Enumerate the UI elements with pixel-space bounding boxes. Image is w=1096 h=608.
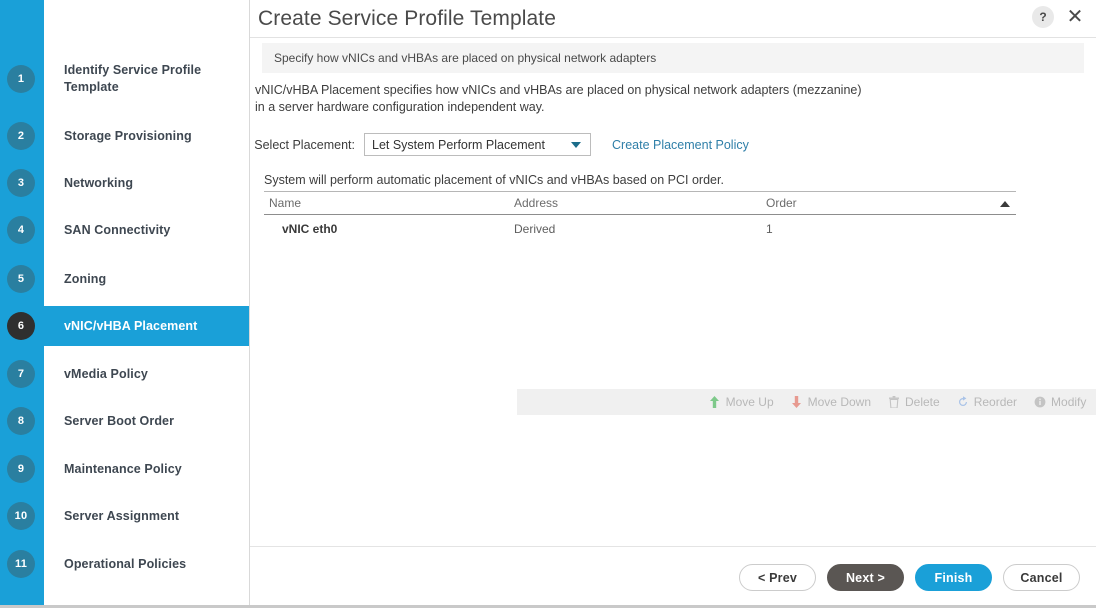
column-header-name[interactable]: Name bbox=[264, 196, 514, 210]
description-line-2: in a server hardware configuration indep… bbox=[255, 100, 545, 114]
description-line-1: vNIC/vHBA Placement specifies how vNICs … bbox=[255, 83, 862, 97]
prev-button[interactable]: < Prev bbox=[739, 564, 816, 591]
step-number-badge: 10 bbox=[7, 502, 35, 530]
sidebar-item-zoning[interactable]: 5 Zoning bbox=[0, 259, 249, 299]
step-number-badge: 2 bbox=[7, 122, 35, 150]
sidebar-item-operational-policies[interactable]: 11 Operational Policies bbox=[0, 544, 249, 584]
sidebar-item-label: Identify Service Profile Template bbox=[64, 63, 202, 94]
cell-order: 1 bbox=[766, 221, 773, 236]
sidebar-item-label: vMedia Policy bbox=[64, 366, 148, 381]
select-placement-label: Select Placement: bbox=[254, 137, 355, 152]
close-icon[interactable]: ✕ bbox=[1064, 6, 1086, 28]
step-number-badge: 9 bbox=[7, 455, 35, 483]
info-circle-icon bbox=[1034, 396, 1046, 409]
sidebar-item-label: Maintenance Policy bbox=[64, 461, 182, 476]
toolbar-button-label: Modify bbox=[1051, 395, 1087, 409]
create-service-profile-template-dialog: 1 Identify Service Profile Template 2 Stora… bbox=[0, 0, 1096, 608]
move-down-button[interactable]: Move Down bbox=[791, 395, 871, 409]
wizard-sidebar: 1 Identify Service Profile Template 2 Stora… bbox=[0, 0, 250, 608]
sidebar-item-san-connectivity[interactable]: 4 SAN Connectivity bbox=[0, 210, 249, 250]
toolbar-button-label: Delete bbox=[905, 395, 940, 409]
table-action-toolbar: Move Up Move Down Delete Reorder Modify bbox=[517, 389, 1096, 415]
table-header-row: Name Address Order bbox=[264, 192, 1016, 215]
vnic-placement-table: Name Address Order vNIC eth0 Derived 1 bbox=[264, 192, 1016, 242]
wizard-step-list: 1 Identify Service Profile Template 2 Stora… bbox=[0, 0, 249, 608]
step-number-badge: 6 bbox=[7, 312, 35, 340]
titlebar-actions: ? ✕ bbox=[1032, 6, 1086, 28]
refresh-icon bbox=[957, 396, 969, 409]
sidebar-item-label: SAN Connectivity bbox=[64, 222, 171, 237]
next-button[interactable]: Next > bbox=[827, 564, 904, 591]
select-placement-row: Select Placement: Let System Perform Pla… bbox=[250, 133, 1096, 156]
sidebar-item-server-assignment[interactable]: 10 Server Assignment bbox=[0, 496, 249, 536]
chevron-down-icon bbox=[571, 141, 581, 148]
sidebar-item-vmedia-policy[interactable]: 7 vMedia Policy bbox=[0, 354, 249, 394]
sidebar-item-label: Zoning bbox=[64, 271, 107, 286]
sidebar-item-label: vNIC/vHBA Placement bbox=[64, 318, 198, 333]
step-number-badge: 8 bbox=[7, 407, 35, 435]
column-header-order[interactable]: Order bbox=[766, 196, 966, 210]
dialog-subheader: Specify how vNICs and vHBAs are placed o… bbox=[262, 43, 1084, 73]
placement-hint-text: System will perform automatic placement … bbox=[264, 173, 1016, 192]
table-row[interactable]: vNIC eth0 Derived 1 bbox=[264, 215, 1016, 242]
select-placement-dropdown[interactable]: Let System Perform Placement bbox=[364, 133, 591, 156]
step-number-badge: 1 bbox=[7, 65, 35, 93]
sidebar-item-vnic-vhba-placement[interactable]: 6 vNIC/vHBA Placement bbox=[0, 306, 249, 346]
dialog-content: vNIC/vHBA Placement specifies how vNICs … bbox=[250, 82, 1096, 242]
move-up-button[interactable]: Move Up bbox=[709, 395, 774, 409]
sidebar-item-label: Operational Policies bbox=[64, 556, 187, 571]
dialog-footer: < Prev Next > Finish Cancel bbox=[250, 546, 1096, 608]
sidebar-item-maintenance-policy[interactable]: 9 Maintenance Policy bbox=[0, 449, 249, 489]
sidebar-item-storage-provisioning[interactable]: 2 Storage Provisioning bbox=[0, 116, 249, 156]
sidebar-item-server-boot-order[interactable]: 8 Server Boot Order bbox=[0, 401, 249, 441]
sidebar-item-networking[interactable]: 3 Networking bbox=[0, 163, 249, 203]
sidebar-item-label: Networking bbox=[64, 175, 134, 190]
page-title: Create Service Profile Template bbox=[258, 6, 557, 30]
select-placement-value: Let System Perform Placement bbox=[372, 137, 545, 152]
reorder-button[interactable]: Reorder bbox=[957, 395, 1017, 409]
step-number-badge: 4 bbox=[7, 216, 35, 244]
step-number-badge: 3 bbox=[7, 169, 35, 197]
finish-button[interactable]: Finish bbox=[915, 564, 992, 591]
cell-name: vNIC eth0 bbox=[282, 221, 338, 236]
toolbar-button-label: Move Up bbox=[725, 395, 774, 409]
step-number-badge: 11 bbox=[7, 550, 35, 578]
sidebar-item-label: Storage Provisioning bbox=[64, 128, 192, 143]
dialog-titlebar: Create Service Profile Template ? ✕ bbox=[250, 0, 1096, 38]
toolbar-button-label: Reorder bbox=[973, 395, 1018, 409]
delete-button[interactable]: Delete bbox=[888, 395, 940, 409]
dialog-main: Create Service Profile Template ? ✕ Spec… bbox=[250, 0, 1096, 608]
step-number-badge: 5 bbox=[7, 265, 35, 293]
table-body: vNIC eth0 Derived 1 bbox=[264, 215, 1016, 242]
sidebar-item-label: Server Assignment bbox=[64, 508, 180, 523]
arrow-down-icon bbox=[791, 396, 803, 409]
cancel-button[interactable]: Cancel bbox=[1003, 564, 1080, 591]
create-placement-policy-link[interactable]: Create Placement Policy bbox=[612, 138, 749, 152]
toolbar-button-label: Move Down bbox=[807, 395, 871, 409]
cell-address: Derived bbox=[514, 221, 556, 236]
column-header-address[interactable]: Address bbox=[514, 196, 766, 210]
arrow-up-icon bbox=[709, 396, 721, 409]
trash-icon bbox=[888, 396, 900, 409]
sidebar-item-identify-service-profile-template[interactable]: 1 Identify Service Profile Template bbox=[0, 59, 249, 99]
sidebar-item-label: Server Boot Order bbox=[64, 413, 175, 428]
modify-button[interactable]: Modify bbox=[1034, 395, 1086, 409]
step-number-badge: 7 bbox=[7, 360, 35, 388]
sort-ascending-icon[interactable] bbox=[1000, 201, 1010, 207]
help-icon[interactable]: ? bbox=[1032, 6, 1054, 28]
